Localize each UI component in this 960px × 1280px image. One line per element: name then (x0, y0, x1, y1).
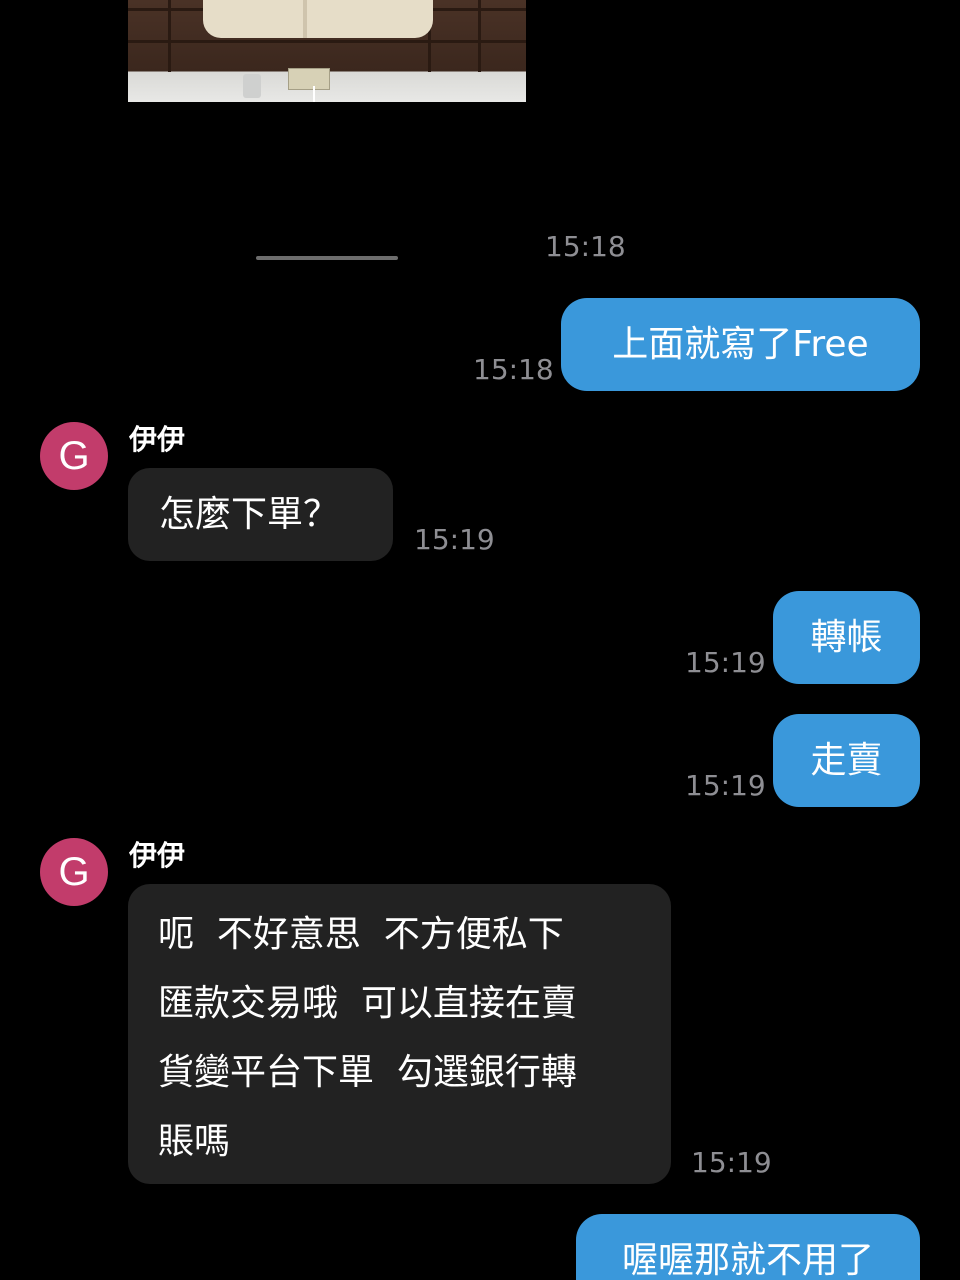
sender-avatar[interactable]: G (40, 422, 108, 490)
sender-name: 伊伊 (129, 839, 186, 872)
sender-name: 伊伊 (129, 423, 186, 456)
outgoing-message-bubble[interactable]: 走賣 (773, 714, 920, 807)
outgoing-message-bubble[interactable]: 喔喔那就不用了 (576, 1214, 920, 1280)
shared-photo[interactable] (128, 0, 526, 102)
photo-detail (128, 40, 526, 43)
photo-cable (313, 86, 315, 102)
photo-detail (168, 0, 171, 72)
photo-garment (203, 0, 433, 38)
message-timestamp: 15:18 (473, 353, 554, 386)
sender-avatar[interactable]: G (40, 838, 108, 906)
photo-timestamp: 15:18 (545, 230, 626, 263)
message-timestamp: 15:19 (685, 646, 766, 679)
chat-screen: 15:18 15:18 上面就寫了Free G 伊伊 怎麼下單？ 15:19 1… (0, 0, 960, 1280)
photo-cup (243, 74, 261, 98)
message-timestamp: 15:19 (691, 1146, 772, 1179)
message-timestamp: 15:19 (685, 769, 766, 802)
message-timestamp: 15:19 (414, 523, 495, 556)
photo-progress-bar (256, 256, 398, 260)
photo-outlet (288, 68, 330, 90)
incoming-message-bubble[interactable]: 怎麼下單？ (128, 468, 393, 561)
photo-detail (478, 0, 481, 72)
photo-detail (303, 0, 307, 38)
outgoing-message-bubble[interactable]: 上面就寫了Free (561, 298, 920, 391)
outgoing-message-bubble[interactable]: 轉帳 (773, 591, 920, 684)
incoming-message-bubble[interactable]: 呃 不好意思 不方便私下 匯款交易哦 可以直接在賣 貨變平台下單 勾選銀行轉 賬… (128, 884, 671, 1184)
